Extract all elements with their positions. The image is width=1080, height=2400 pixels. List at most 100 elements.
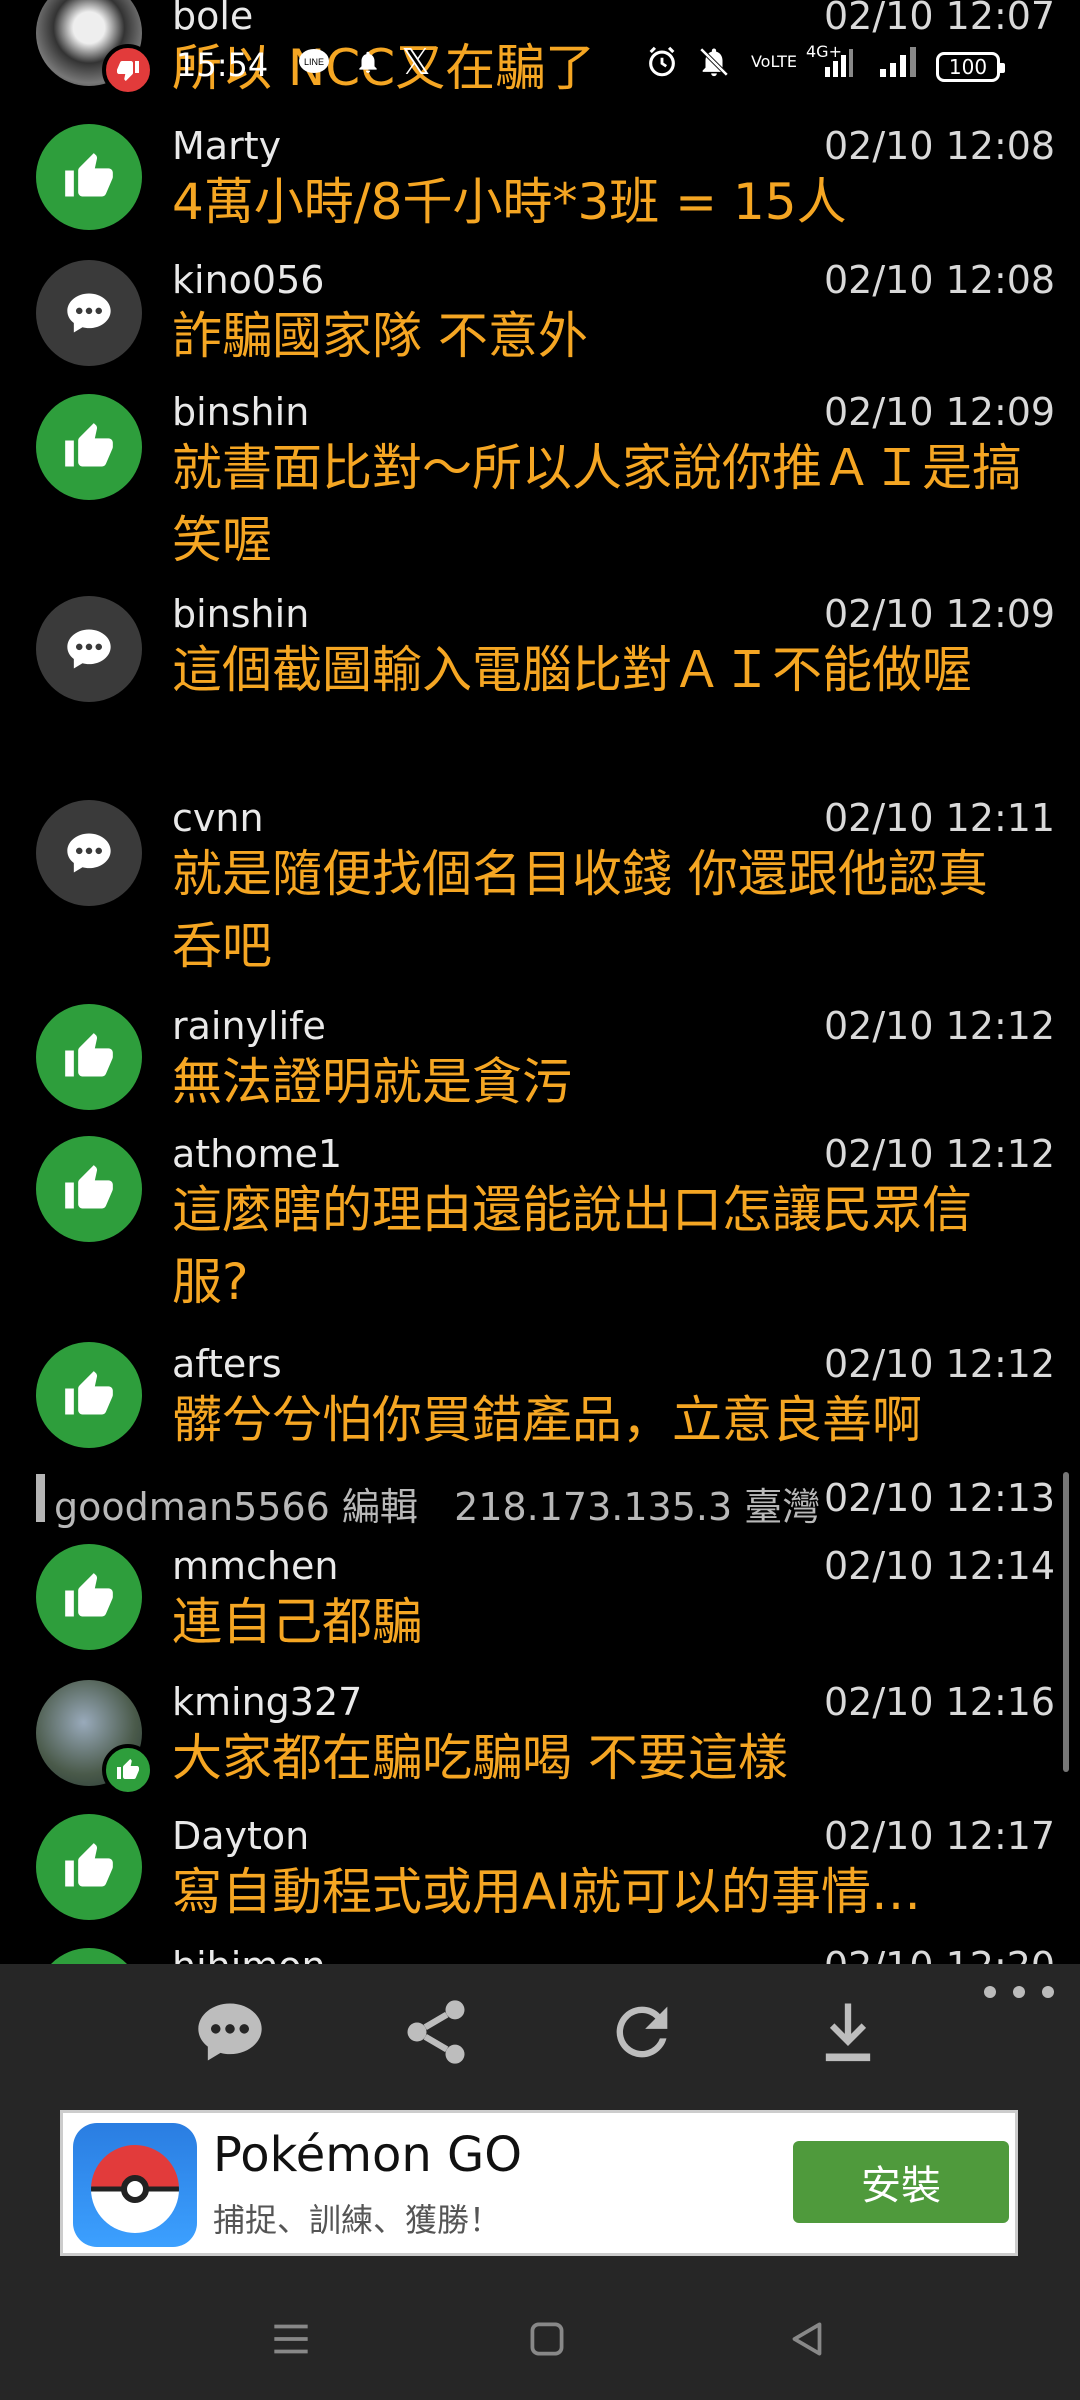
- comment-text: 髒兮兮怕你買錯產品，立意良善啊: [172, 1391, 922, 1449]
- avatar[interactable]: [36, 1680, 154, 1796]
- share-icon: [407, 2000, 465, 2064]
- more-button[interactable]: [984, 1972, 1054, 2012]
- comment-text: 這麼瞎的理由還能說出口怎讓民眾信服?: [172, 1181, 972, 1311]
- edit-log-time: 02/10 12:13: [824, 1476, 1056, 1520]
- comment-time: 02/10 12:20: [824, 1944, 1055, 1964]
- comment-time: 02/10 12:12: [824, 1132, 1056, 1176]
- avatar[interactable]: [36, 260, 142, 366]
- comment-time: 02/10 12:12: [824, 1342, 1056, 1386]
- avatar[interactable]: [36, 800, 142, 906]
- ad-install-button[interactable]: 安裝: [793, 2141, 1009, 2223]
- edit-log-text: goodman5566 編輯 218.173.135.3 臺灣: [54, 1485, 821, 1529]
- comment-user: kming327: [172, 1680, 363, 1724]
- comment-time: 02/10 12:08: [824, 258, 1056, 302]
- thumbs-up-icon: [65, 1843, 113, 1887]
- comment-button[interactable]: [182, 1984, 278, 2080]
- thumbs-up-icon: [65, 1371, 113, 1415]
- avatar[interactable]: [36, 596, 142, 702]
- download-icon: [825, 2003, 871, 2062]
- chat-bubble-icon: [67, 833, 111, 873]
- comment-text: 4萬小時/8千小時*3班 = 15人: [172, 173, 847, 231]
- share-button[interactable]: [388, 1984, 484, 2080]
- comment-user: binshin: [172, 592, 310, 636]
- line-app-icon: LINE: [294, 42, 334, 82]
- comment-user: binshin: [172, 390, 310, 434]
- comment-time: 02/10 12:09: [824, 592, 1056, 636]
- home-icon: [530, 2322, 564, 2356]
- ad-banner[interactable]: Pokémon GO 捕捉、訓練、獲勝！ 安裝: [60, 2110, 1018, 2256]
- comment-text: 這個截圖輸入電腦比對ＡＩ不能做喔: [172, 641, 972, 699]
- avatar[interactable]: [36, 124, 142, 230]
- comment-text: 就書面比對～所以人家說你推ＡＩ是搞笑喔: [172, 439, 1022, 569]
- thumbs-up-icon: [65, 1165, 113, 1209]
- ad-subtitle: 捕捉、訓練、獲勝！: [213, 2201, 502, 2239]
- comment-user: rainylife: [172, 1004, 326, 1048]
- pokeball-app-icon: [73, 2123, 197, 2247]
- thumbs-up-icon: [65, 1033, 113, 1077]
- network-type: 4G+: [806, 42, 842, 61]
- x-app-icon: 𝕏: [401, 41, 431, 83]
- more-dot: [1042, 1986, 1054, 1998]
- scrollbar[interactable]: [1063, 1472, 1069, 1772]
- thumbs-up-icon: [102, 1744, 154, 1796]
- back-button[interactable]: [772, 2304, 842, 2374]
- avatar[interactable]: [36, 1948, 142, 1964]
- edit-log-line: goodman5566 編輯 218.173.135.3 臺灣 02/10 12…: [36, 1470, 1076, 1529]
- avatar[interactable]: [36, 1814, 142, 1920]
- thumbs-up-icon: [65, 1573, 113, 1617]
- comment-icon: [198, 2003, 262, 2061]
- comment-user: athome1: [172, 1132, 343, 1176]
- alarm-icon: [642, 42, 682, 82]
- comment-user: hihimon: [172, 1944, 326, 1964]
- comment-time: 02/10 12:14: [824, 1544, 1056, 1588]
- menu-icon: [274, 2324, 308, 2354]
- more-dot: [984, 1986, 996, 1998]
- comment-time: 02/10 12:16: [824, 1680, 1056, 1724]
- comment-list: bole 02/10 12:07 所以 NCC又在騙了 Marty 02/10 …: [0, 0, 1080, 1964]
- comment-user: kino056: [172, 258, 325, 302]
- comment-user: afters: [172, 1342, 282, 1386]
- notification-icon: [350, 42, 386, 82]
- avatar[interactable]: [36, 1342, 142, 1448]
- comment-text: 就是隨便找個名目收錢 你還跟他認真 呑吧: [172, 845, 988, 975]
- comment-time: 02/10 12:17: [824, 1814, 1056, 1858]
- more-dot: [1013, 1986, 1025, 1998]
- comment-text: 大家都在騙吃騙喝 不要這樣: [172, 1729, 788, 1787]
- back-icon: [792, 2322, 822, 2356]
- status-bar: 15:54 LINE 𝕏 VoLTE 4G+ 100: [0, 0, 1080, 134]
- thumbs-up-icon: [65, 153, 113, 197]
- ad-area: Pokémon GO 捕捉、訓練、獲勝！ 安裝: [0, 2100, 1080, 2270]
- comment-text: 連自己都騙: [172, 1593, 422, 1651]
- signal-icon: [876, 42, 922, 82]
- download-button[interactable]: [800, 1984, 896, 2080]
- edit-marker: [36, 1474, 45, 1522]
- avatar[interactable]: [36, 1004, 142, 1110]
- battery-icon: 100: [936, 52, 1005, 82]
- chat-bubble-icon: [67, 629, 111, 669]
- comment-time: 02/10 12:09: [824, 390, 1056, 434]
- thumbs-up-icon: [65, 423, 113, 467]
- comment-time: 02/10 12:11: [824, 796, 1056, 840]
- comment-text: 無法證明就是貪污: [172, 1053, 572, 1111]
- comment-user: mmchen: [172, 1544, 339, 1588]
- home-button[interactable]: [512, 2304, 582, 2374]
- comment-text: 寫自動程式或用AI就可以的事情…: [172, 1863, 921, 1921]
- status-time: 15:54: [176, 46, 269, 84]
- bottom-toolbar: [0, 1964, 1080, 2100]
- refresh-icon: [616, 2006, 668, 2058]
- system-nav-bar: [0, 2270, 1080, 2400]
- avatar[interactable]: [36, 394, 142, 500]
- chat-bubble-icon: [67, 293, 111, 333]
- signal-4g-icon: 4G+: [802, 42, 858, 82]
- svg-text:LINE: LINE: [304, 57, 324, 67]
- avatar[interactable]: [36, 1136, 142, 1242]
- recent-apps-button[interactable]: [256, 2304, 326, 2374]
- comment-user: Dayton: [172, 1814, 310, 1858]
- avatar[interactable]: [36, 1544, 142, 1650]
- mute-icon: [694, 42, 734, 82]
- refresh-button[interactable]: [594, 1984, 690, 2080]
- comment-text: 詐騙國家隊 不意外: [172, 307, 588, 365]
- ad-title: Pokémon GO: [213, 2127, 522, 2183]
- comment-user: cvnn: [172, 796, 264, 840]
- comment-time: 02/10 12:12: [824, 1004, 1056, 1048]
